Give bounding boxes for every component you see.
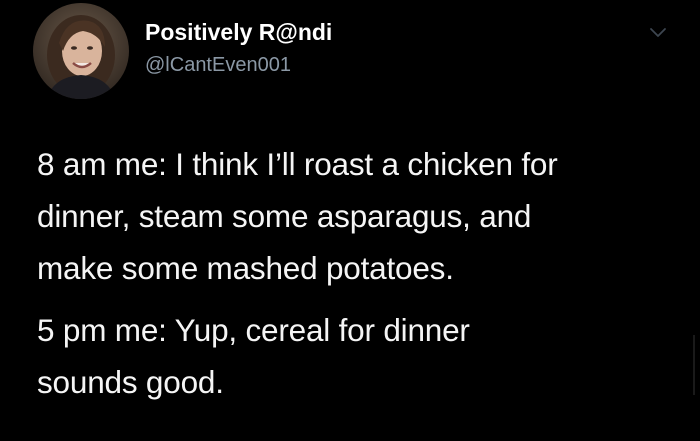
display-name[interactable]: Positively R@ndi (145, 17, 605, 47)
user-handle[interactable]: @lCantEven001 (145, 51, 605, 79)
chevron-down-icon[interactable] (648, 25, 668, 41)
divider (693, 335, 695, 395)
avatar[interactable] (33, 3, 129, 99)
tweet-text: 8 am me: I think I’ll roast a chicken fo… (37, 138, 677, 408)
tweet-header: Positively R@ndi @lCantEven001 (145, 17, 605, 79)
tweet-paragraph: 8 am me: I think I’ll roast a chicken fo… (37, 146, 558, 286)
tweet-card: Positively R@ndi @lCantEven001 8 am me: … (0, 0, 700, 441)
tweet-paragraph: 5 pm me: Yup, cereal for dinner sounds g… (37, 312, 470, 400)
profile-photo (33, 3, 129, 99)
